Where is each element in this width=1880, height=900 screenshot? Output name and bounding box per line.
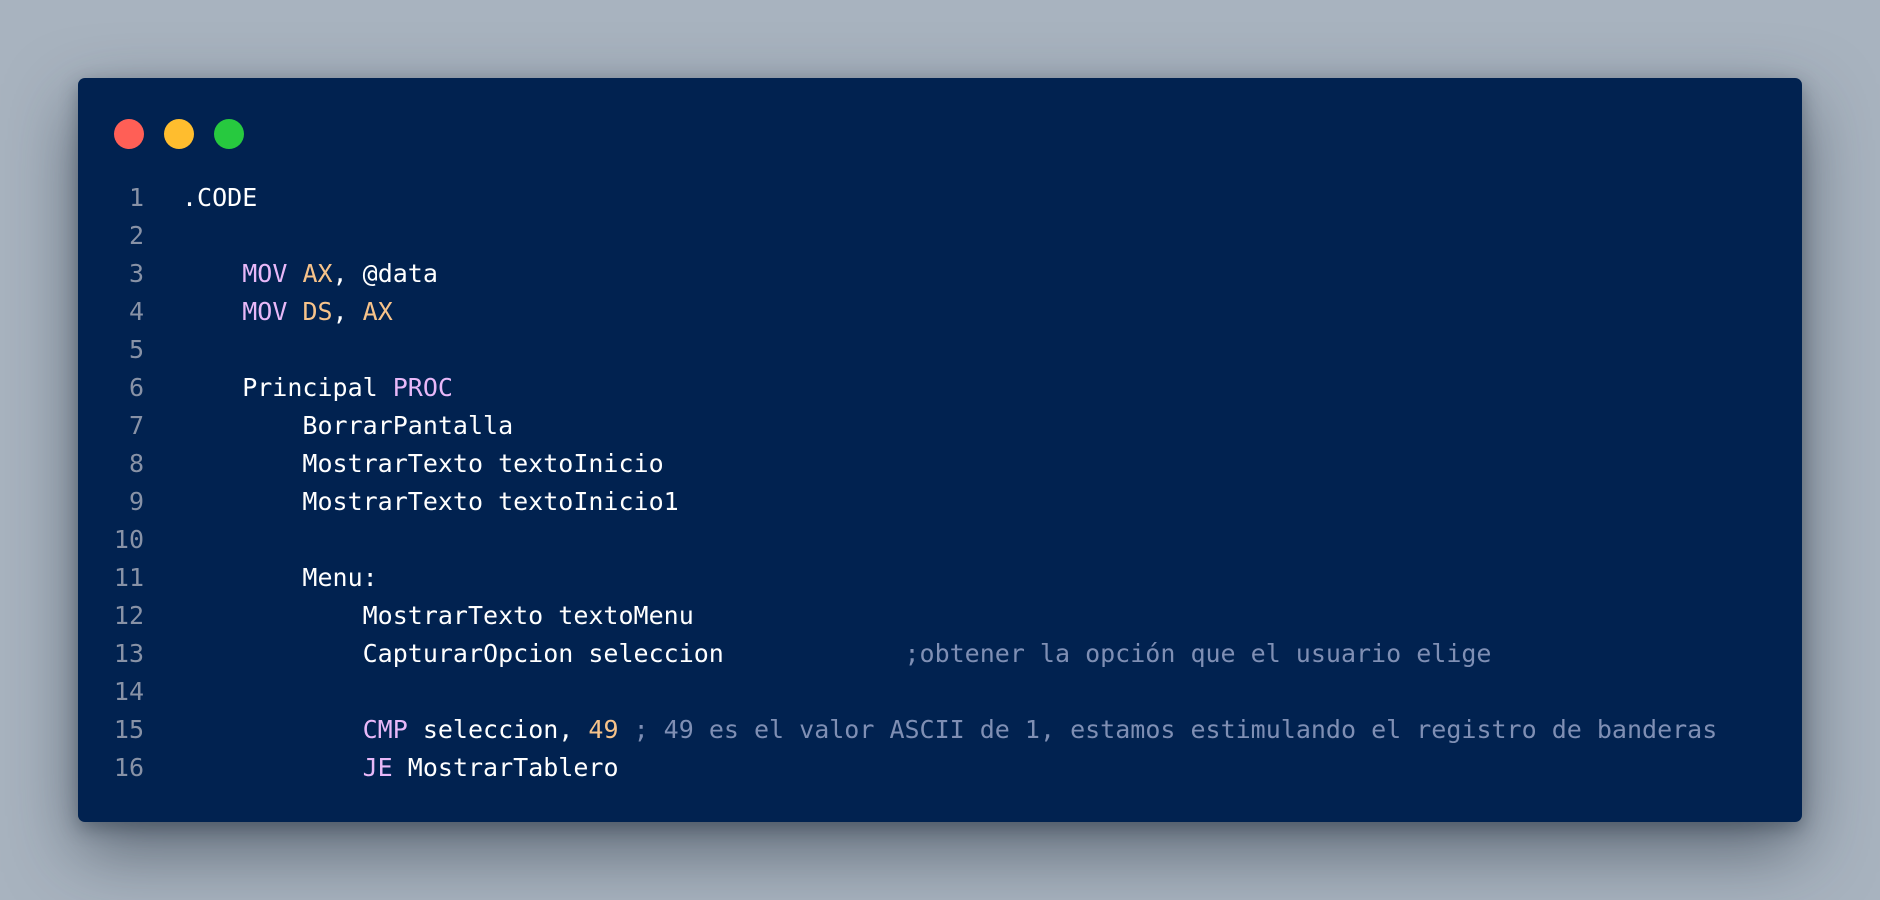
line-content	[144, 521, 182, 559]
line-content: MostrarTexto textoInicio1	[144, 483, 679, 521]
line-content: BorrarPantalla	[144, 407, 513, 445]
line-number: 14	[113, 677, 144, 706]
code-block[interactable]: 1 .CODE 2 3 MOV AX, @data 4 MOV DS, AX 5 6 Pri…	[78, 179, 1802, 787]
code-line: 13 CapturarOpcion seleccion ;obtener la …	[78, 635, 1802, 673]
code-line: 15 CMP seleccion, 49 ; 49 es el valor AS…	[78, 711, 1802, 749]
text-token: CapturarOpcion seleccion	[182, 639, 905, 668]
line-number: 2	[128, 221, 144, 250]
code-line: 4 MOV DS, AX	[78, 293, 1802, 331]
line-content: MostrarTexto textoMenu	[144, 597, 694, 635]
line-content: JE MostrarTablero	[144, 749, 619, 787]
text-token: MostrarTexto textoInicio1	[182, 487, 679, 516]
code-line: 11 Menu:	[78, 559, 1802, 597]
code-line: 5	[78, 331, 1802, 369]
code-line: 7 BorrarPantalla	[78, 407, 1802, 445]
line-content	[144, 673, 182, 711]
line-number: 7	[128, 411, 144, 440]
number-token: 49	[588, 715, 619, 744]
text-token: MostrarTexto textoMenu	[182, 601, 694, 630]
line-content: Menu:	[144, 559, 378, 597]
keyword-token: PROC	[392, 373, 453, 402]
code-line: 9 MostrarTexto textoInicio1	[78, 483, 1802, 521]
maximize-button[interactable]	[214, 119, 244, 149]
keyword-token: MOV	[242, 259, 288, 288]
line-content: MostrarTexto textoInicio	[144, 445, 664, 483]
line-content: MOV AX, @data	[144, 255, 438, 293]
line-number: 13	[113, 639, 144, 668]
line-number: 6	[128, 373, 144, 402]
line-number: 5	[128, 335, 144, 364]
line-number: 15	[113, 715, 144, 744]
text-token: seleccion,	[407, 715, 589, 744]
keyword-token: MOV	[242, 297, 288, 326]
line-number: 4	[128, 297, 144, 326]
text-token: Principal	[182, 373, 393, 402]
keyword-token: JE	[362, 753, 393, 782]
code-line: 10	[78, 521, 1802, 559]
line-content: CMP seleccion, 49 ; 49 es el valor ASCII…	[144, 711, 1718, 749]
code-line: 16 JE MostrarTablero	[78, 749, 1802, 787]
register-token: AX	[302, 259, 333, 288]
line-number: 8	[128, 449, 144, 478]
line-content: .CODE	[144, 179, 257, 217]
line-number: 11	[113, 563, 144, 592]
text-token: .CODE	[182, 183, 258, 212]
text-token: BorrarPantalla	[182, 411, 514, 440]
line-number: 3	[128, 259, 144, 288]
comment-token: ;obtener la opción que el usuario elige	[904, 639, 1492, 668]
text-token: ,	[332, 297, 363, 326]
text-token: Menu:	[182, 563, 378, 592]
keyword-token: CMP	[362, 715, 408, 744]
minimize-button[interactable]	[164, 119, 194, 149]
code-line: 12 MostrarTexto textoMenu	[78, 597, 1802, 635]
code-line: 6 Principal PROC	[78, 369, 1802, 407]
line-number: 16	[113, 753, 144, 782]
code-line: 8 MostrarTexto textoInicio	[78, 445, 1802, 483]
line-number: 9	[128, 487, 144, 516]
code-line: 14	[78, 673, 1802, 711]
line-content	[144, 331, 182, 369]
code-line: 1 .CODE	[78, 179, 1802, 217]
window-controls	[114, 119, 244, 149]
line-number: 12	[113, 601, 144, 630]
code-line: 2	[78, 217, 1802, 255]
close-button[interactable]	[114, 119, 144, 149]
register-token: AX	[362, 297, 393, 326]
line-content: Principal PROC	[144, 369, 453, 407]
comment-token: ; 49 es el valor ASCII de 1, estamos est…	[633, 715, 1718, 744]
line-content	[144, 217, 182, 255]
text-token: MostrarTablero	[392, 753, 619, 782]
code-window: 1 .CODE 2 3 MOV AX, @data 4 MOV DS, AX 5 6 Pri…	[78, 78, 1802, 822]
text-token: MostrarTexto textoInicio	[182, 449, 664, 478]
text-token: , @data	[332, 259, 438, 288]
code-line: 3 MOV AX, @data	[78, 255, 1802, 293]
line-number: 10	[113, 525, 144, 554]
line-number: 1	[128, 183, 144, 212]
line-content: MOV DS, AX	[144, 293, 393, 331]
register-token: DS	[302, 297, 333, 326]
line-content: CapturarOpcion seleccion ;obtener la opc…	[144, 635, 1492, 673]
